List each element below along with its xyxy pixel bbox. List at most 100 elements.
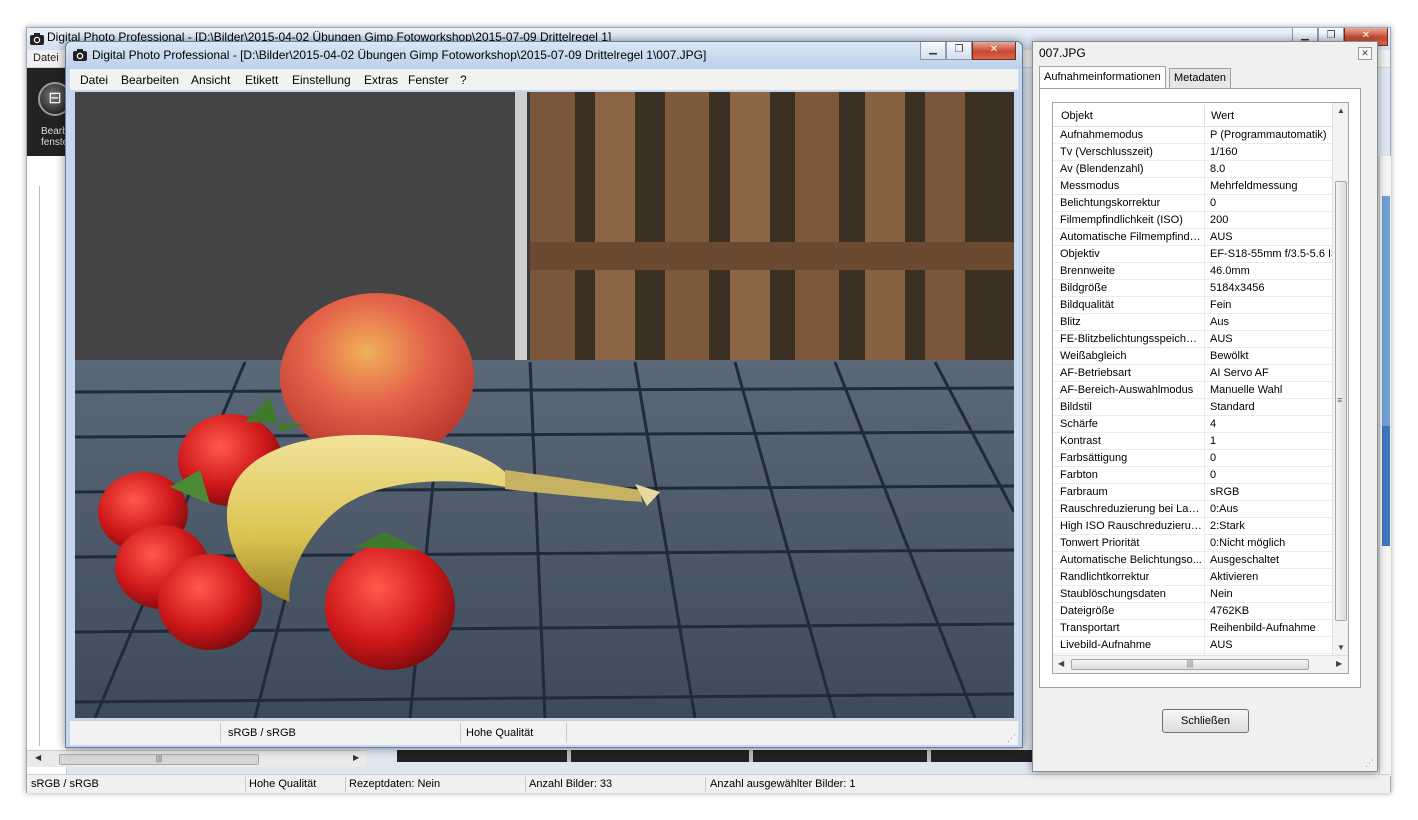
table-row[interactable]: Farbsättigung 0 — [1053, 450, 1345, 467]
menu-ansicht[interactable]: Ansicht — [191, 73, 230, 87]
table-row[interactable]: FE-Blitzbelichtungsspeicher... AUS — [1053, 331, 1345, 348]
info-window: 007.JPG ✕ Aufnahmeinformationen Metadate… — [1032, 41, 1378, 772]
header-wert[interactable]: Wert — [1211, 110, 1234, 122]
row-value: P (Programmautomatik) — [1210, 129, 1327, 141]
table-row[interactable]: High ISO Rauschreduzierung 2:Stark — [1053, 518, 1345, 535]
table-row[interactable]: AF-Bereich-Auswahlmodus Manuelle Wahl — [1053, 382, 1345, 399]
info-vertical-scrollbar[interactable]: ▲ ≡ ▼ — [1332, 103, 1348, 655]
close-icon[interactable]: ✕ — [1358, 47, 1372, 60]
row-object: Tonwert Priorität — [1060, 537, 1140, 549]
table-row[interactable]: Randlichtkorrektur Aktivieren — [1053, 569, 1345, 586]
viewer-titlebar[interactable]: Digital Photo Professional - [D:\Bilder\… — [66, 42, 1022, 69]
table-row[interactable]: Farbton 0 — [1053, 467, 1345, 484]
main-statusbar: sRGB / sRGB Hohe Qualität Rezeptdaten: N… — [27, 774, 1390, 793]
close-button[interactable]: Schließen — [1162, 709, 1249, 733]
info-rows: Aufnahmemodus P (Programmautomatik) Tv (Ve… — [1053, 127, 1345, 671]
menu-etikett[interactable]: Etikett — [245, 73, 278, 87]
table-row[interactable]: Brennweite 46.0mm — [1053, 263, 1345, 280]
row-value: AUS — [1210, 639, 1233, 651]
photo-canvas[interactable] — [75, 92, 1014, 718]
table-row[interactable]: Weißabgleich Bewölkt — [1053, 348, 1345, 365]
row-value: AUS — [1210, 333, 1233, 345]
info-horizontal-scrollbar[interactable]: ◀ ||| ▶ — [1053, 655, 1348, 673]
table-row[interactable]: Belichtungskorrektur 0 — [1053, 195, 1345, 212]
resize-grip-icon[interactable]: ⋰ — [1365, 758, 1374, 769]
table-row[interactable]: Aufnahmemodus P (Programmautomatik) — [1053, 127, 1345, 144]
table-row[interactable]: AF-Betriebsart AI Servo AF — [1053, 365, 1345, 382]
viewer-menubar: Datei Bearbeiten Ansicht Etikett Einstel… — [70, 69, 1018, 90]
table-row[interactable]: Staublöschungsdaten Nein — [1053, 586, 1345, 603]
table-row[interactable]: Rauschreduzierung bei Lan... 0:Aus — [1053, 501, 1345, 518]
close-icon[interactable]: ✕ — [972, 42, 1016, 60]
menu-bearbeiten[interactable]: Bearbeiten — [121, 73, 179, 87]
table-row[interactable]: Tv (Verschlusszeit) 1/160 — [1053, 144, 1345, 161]
maximize-icon[interactable]: ❐ — [946, 42, 972, 60]
table-row[interactable]: Schärfe 4 — [1053, 416, 1345, 433]
viewer-window-controls: ▁ ❐ ✕ — [920, 42, 1016, 60]
tab-aufnahmeinformationen[interactable]: Aufnahmeinformationen — [1039, 66, 1166, 88]
scroll-down-icon[interactable]: ▼ — [1337, 643, 1345, 652]
scroll-right-icon[interactable]: ▶ — [1336, 659, 1342, 668]
row-value: 0 — [1210, 197, 1217, 209]
camera-icon — [73, 49, 87, 61]
row-object: Farbraum — [1060, 486, 1108, 498]
table-row[interactable]: Automatische Filmempfindli... AUS — [1053, 229, 1345, 246]
scroll-up-icon[interactable]: ▲ — [1337, 106, 1345, 115]
row-object: Filmempfindlichkeit (ISO) — [1060, 214, 1183, 226]
row-value: 46.0mm — [1210, 265, 1250, 277]
menu-extras[interactable]: Extras — [364, 73, 398, 87]
scroll-thumb[interactable]: ||| — [1071, 659, 1309, 670]
minimize-icon[interactable]: ▁ — [920, 42, 946, 60]
table-row[interactable]: Automatische Belichtungso... Ausgeschalte… — [1053, 552, 1345, 569]
status-recipe: Rezeptdaten: Nein — [349, 778, 441, 790]
header-objekt[interactable]: Objekt — [1061, 110, 1093, 122]
row-object: Randlichtkorrektur — [1060, 571, 1150, 583]
row-value: 8.0 — [1210, 163, 1226, 175]
row-object: Objektiv — [1060, 248, 1100, 260]
row-object: Kontrast — [1060, 435, 1101, 447]
row-object: Automatische Filmempfindli... — [1060, 231, 1202, 243]
table-row[interactable]: Dateigröße 4762KB — [1053, 603, 1345, 620]
edit-window-label: Bearbeiten fenster — [41, 126, 67, 148]
table-row[interactable]: Filmempfindlichkeit (ISO) 200 — [1053, 212, 1345, 229]
table-row[interactable]: Bildgröße 5184x3456 — [1053, 280, 1345, 297]
thumbnail-strip[interactable] — [397, 750, 1037, 762]
row-value: 0 — [1210, 469, 1217, 481]
row-value: sRGB — [1210, 486, 1240, 498]
table-row[interactable]: Bildstil Standard — [1053, 399, 1345, 416]
info-table[interactable]: Objekt Wert Aufnahmemodus P (Programmauto… — [1052, 102, 1349, 674]
scroll-thumb[interactable]: ||| — [59, 754, 259, 765]
row-value: Mehrfeldmessung — [1210, 180, 1298, 192]
status-image-count: Anzahl Bilder: 33 — [529, 778, 613, 790]
menu-datei[interactable]: Datei — [33, 52, 59, 64]
row-value: 4762KB — [1210, 605, 1250, 617]
table-row[interactable]: Tonwert Priorität 0:Nicht möglich — [1053, 535, 1345, 552]
row-object: High ISO Rauschreduzierung — [1060, 520, 1202, 532]
row-object: Transportart — [1060, 622, 1120, 634]
menu-fenster[interactable]: Fenster — [408, 73, 449, 87]
table-row[interactable]: Blitz Aus — [1053, 314, 1345, 331]
main-horizontal-scrollbar[interactable]: ◀ ||| ▶ — [27, 750, 367, 767]
table-row[interactable]: Livebild-Aufnahme AUS — [1053, 637, 1345, 654]
table-row[interactable]: Av (Blendenzahl) 8.0 — [1053, 161, 1345, 178]
table-row[interactable]: Transportart Reihenbild-Aufnahme — [1053, 620, 1345, 637]
table-row[interactable]: Messmodus Mehrfeldmessung — [1053, 178, 1345, 195]
row-value: 0:Aus — [1210, 503, 1239, 515]
row-value: Fein — [1210, 299, 1232, 311]
row-object: Bildgröße — [1060, 282, 1108, 294]
scroll-left-icon[interactable]: ◀ — [1058, 659, 1064, 668]
status-color-space: sRGB / sRGB — [31, 778, 99, 790]
scroll-left-icon[interactable]: ◀ — [35, 753, 41, 762]
menu-einstellung[interactable]: Einstellung — [292, 73, 351, 87]
tab-metadaten[interactable]: Metadaten — [1169, 68, 1231, 88]
row-object: Bildqualität — [1060, 299, 1114, 311]
table-row[interactable]: Kontrast 1 — [1053, 433, 1345, 450]
resize-grip-icon[interactable]: ⋰ — [1007, 733, 1016, 744]
row-object: Schärfe — [1060, 418, 1098, 430]
table-row[interactable]: Objektiv EF-S18-55mm f/3.5-5.6 IS I — [1053, 246, 1345, 263]
scroll-right-icon[interactable]: ▶ — [353, 753, 359, 762]
table-row[interactable]: Bildqualität Fein — [1053, 297, 1345, 314]
menu-help[interactable]: ? — [460, 73, 467, 87]
menu-datei[interactable]: Datei — [80, 73, 108, 87]
table-row[interactable]: Farbraum sRGB — [1053, 484, 1345, 501]
